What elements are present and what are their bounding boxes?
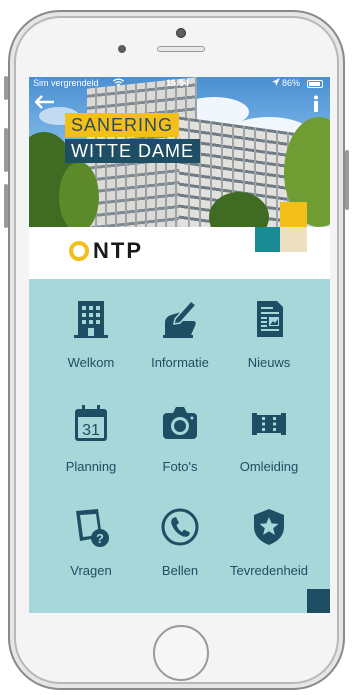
menu-item-tevredenheid[interactable]: Tevredenheid (224, 487, 314, 578)
shield-star-icon (250, 507, 288, 547)
decor-square-teal (255, 227, 280, 252)
question-note-icon: ? (72, 507, 110, 547)
app-screen: SANERING WITTE DAME Sim vergrendeld 15:5… (29, 77, 330, 613)
home-button[interactable] (153, 625, 209, 681)
svg-text:?: ? (96, 531, 104, 546)
menu-label: Welkom (67, 355, 115, 370)
front-camera (176, 28, 186, 38)
menu-label: Nieuws (247, 355, 291, 370)
menu-item-bellen[interactable]: Bellen (135, 487, 225, 578)
menu-grid: Welkom Informatie Nieuws 31 Planning Fot… (29, 279, 330, 613)
menu-item-informatie[interactable]: Informatie (135, 279, 225, 370)
ntp-logo: NTP (93, 238, 143, 263)
battery-percentage: 86% (282, 78, 301, 88)
carrier-text: Sim vergrendeld (33, 78, 99, 88)
menu-label: Planning (65, 459, 117, 474)
menu-label: Omleiding (239, 459, 299, 474)
menu-item-omleiding[interactable]: Omleiding (224, 383, 314, 474)
newspaper-icon (250, 299, 288, 339)
decor-square-beige (280, 227, 307, 252)
building-icon (72, 299, 110, 339)
menu-label: Tevredenheid (229, 563, 309, 578)
camera-icon (161, 403, 199, 443)
decor-square-yellow (280, 202, 307, 228)
silent-switch (4, 76, 8, 100)
road-barrier-icon (250, 403, 288, 443)
menu-label: Bellen (161, 563, 199, 578)
calendar-icon: 31 (72, 403, 110, 443)
earpiece-speaker (157, 46, 205, 52)
hero-title-line1: SANERING (65, 113, 180, 137)
back-arrow-icon[interactable] (34, 93, 55, 113)
info-icon[interactable] (309, 95, 323, 115)
volume-up-button (4, 128, 8, 172)
location-arrow-icon (272, 78, 280, 89)
calendar-day-text: 31 (82, 422, 100, 439)
phone-icon (161, 507, 199, 547)
hero-title-line2: WITTE DAME (65, 139, 200, 163)
proximity-sensor (118, 45, 126, 53)
wifi-icon (113, 78, 124, 89)
battery-icon (307, 80, 323, 88)
power-button (345, 150, 349, 210)
menu-item-nieuws[interactable]: Nieuws (224, 279, 314, 370)
decor-square-corner (307, 589, 330, 613)
menu-item-planning[interactable]: 31 Planning (46, 383, 136, 474)
menu-label: Informatie (151, 355, 209, 370)
hand-pen-icon (161, 299, 199, 339)
status-bar: Sim vergrendeld 15:54 86% (29, 77, 330, 91)
menu-item-fotos[interactable]: Foto's (135, 383, 225, 474)
menu-item-vragen[interactable]: ? Vragen (46, 487, 136, 578)
volume-down-button (4, 184, 8, 228)
menu-label: Vragen (70, 563, 112, 578)
clock-time: 15:54 (166, 78, 190, 88)
menu-item-welkom[interactable]: Welkom (46, 279, 136, 370)
menu-label: Foto's (162, 459, 198, 474)
ntp-logo-ring-icon (69, 241, 89, 261)
